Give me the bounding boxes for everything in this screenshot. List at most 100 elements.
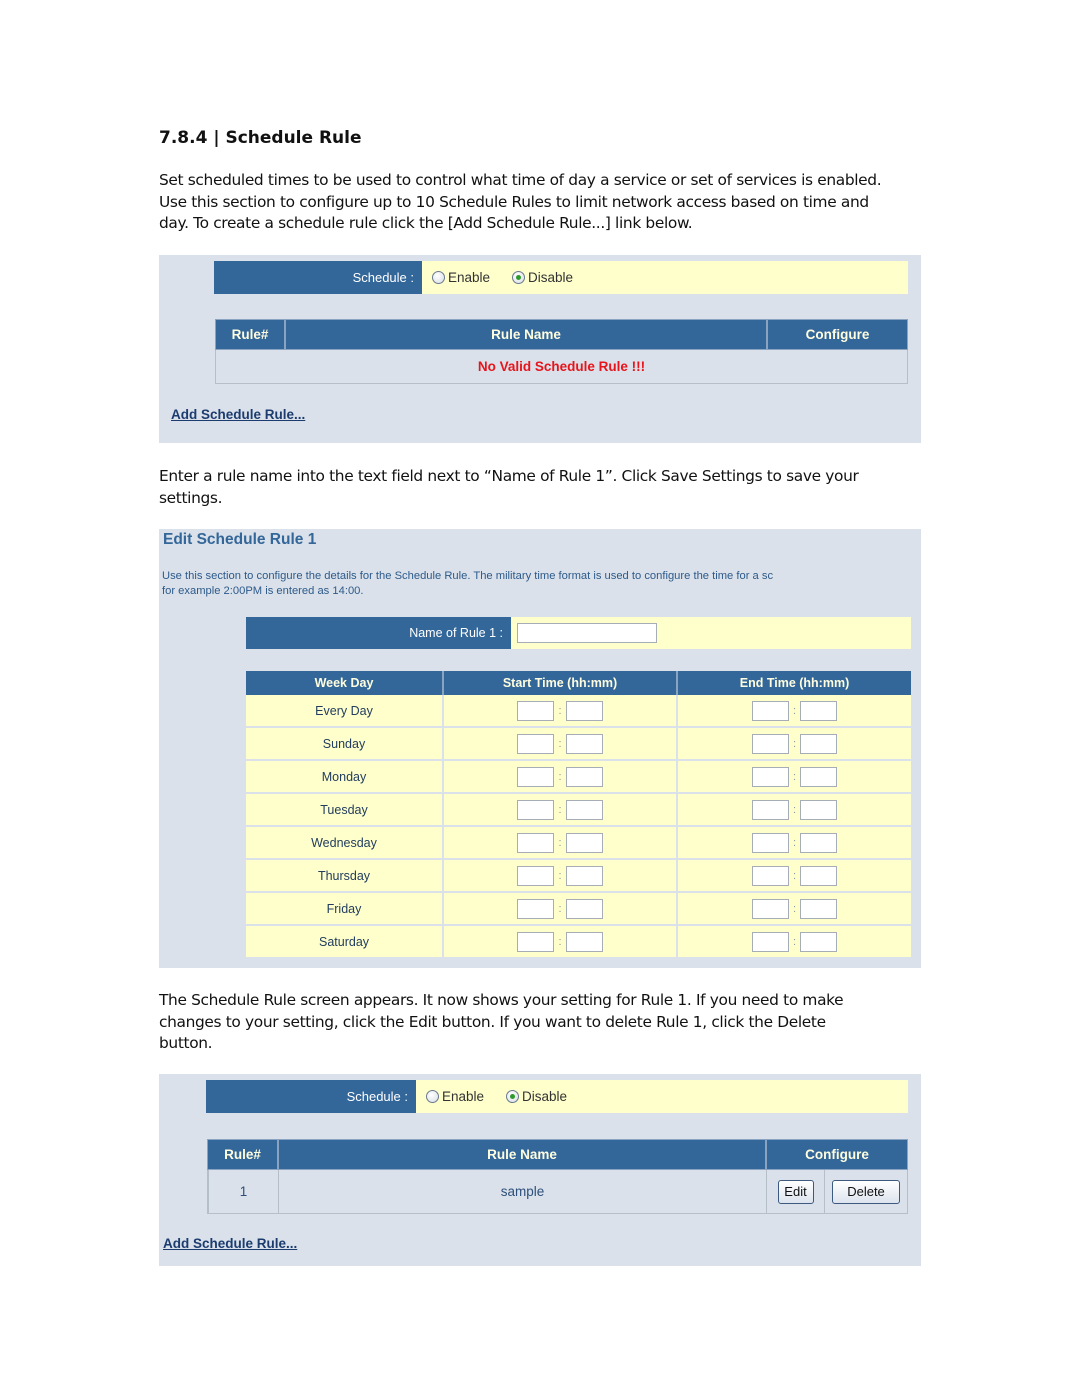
- start-minute-input[interactable]: [565, 832, 603, 853]
- table-row: 1 sample Edit Delete: [207, 1170, 908, 1214]
- start-minute-input[interactable]: [565, 898, 603, 919]
- start-minute-input[interactable]: [565, 799, 603, 820]
- intro-paragraph: Set scheduled times to be used to contro…: [159, 170, 934, 235]
- radio-disable-icon[interactable]: [506, 1090, 520, 1103]
- col-rule-name: Rule Name: [278, 1139, 766, 1170]
- delete-cell: Delete: [825, 1179, 907, 1204]
- edit-schedule-rule-screenshot: Edit Schedule Rule 1 Use this section to…: [159, 529, 921, 968]
- end-hour-input[interactable]: [751, 700, 789, 721]
- end-minute-input[interactable]: [800, 799, 838, 820]
- end-hour-input[interactable]: [751, 865, 789, 886]
- weekday-label: Thursday: [246, 860, 444, 893]
- radio-enable-label: Enable: [442, 1089, 485, 1104]
- time-separator: :: [792, 704, 797, 717]
- rules-table-header: Rule# Rule Name Configure: [215, 319, 908, 350]
- radio-disable-option[interactable]: Disable: [512, 270, 573, 285]
- end-hour-input[interactable]: [751, 766, 789, 787]
- start-hour-input[interactable]: [517, 898, 555, 919]
- schedule-rule-screenshot-empty: Schedule : Enable Disable Rule# Rule Nam…: [159, 255, 921, 443]
- start-time-cell: :: [444, 827, 678, 860]
- end-hour-input[interactable]: [751, 799, 789, 820]
- edit-button[interactable]: Edit: [777, 1179, 814, 1204]
- weekday-label: Every Day: [246, 695, 444, 728]
- col-configure: Configure: [767, 319, 908, 350]
- col-week-day: Week Day: [246, 671, 444, 695]
- add-schedule-rule-link[interactable]: Add Schedule Rule...: [171, 407, 305, 422]
- weekday-table-header: Week Day Start Time (hh:mm) End Time (hh…: [246, 671, 911, 695]
- intro-line: Use this section to configure up to 10 S…: [159, 192, 869, 211]
- delete-button[interactable]: Delete: [832, 1179, 900, 1204]
- rule-name-cell: sample: [279, 1170, 767, 1213]
- end-time-cell: :: [678, 893, 911, 926]
- rules-table: Rule# Rule Name Configure 1 sample Edit …: [207, 1139, 908, 1215]
- weekday-row: Every Day::: [246, 695, 911, 728]
- end-minute-input[interactable]: [800, 766, 838, 787]
- start-hour-input[interactable]: [517, 733, 555, 754]
- end-minute-input[interactable]: [800, 865, 838, 886]
- time-separator: :: [558, 803, 562, 816]
- start-minute-input[interactable]: [565, 766, 603, 787]
- middle-paragraph: Enter a rule name into the text field ne…: [159, 466, 934, 509]
- end-time-cell: :: [678, 794, 911, 827]
- final-paragraph: The Schedule Rule screen appears. It now…: [159, 990, 934, 1055]
- weekday-label: Friday: [246, 893, 444, 926]
- radio-enable-icon[interactable]: [426, 1090, 439, 1103]
- weekday-row: Monday::: [246, 761, 911, 794]
- radio-disable-icon[interactable]: [512, 271, 526, 284]
- time-separator: :: [792, 770, 797, 783]
- col-rule-name: Rule Name: [285, 319, 767, 350]
- radio-enable-option[interactable]: Enable: [426, 1089, 484, 1104]
- description-line: for example 2:00PM is entered as 14:00.: [162, 585, 364, 597]
- no-rules-message: No Valid Schedule Rule !!!: [477, 359, 646, 374]
- end-time-cell: :: [678, 761, 911, 794]
- radio-disable-option[interactable]: Disable: [506, 1089, 567, 1104]
- start-hour-input[interactable]: [517, 832, 555, 853]
- start-hour-input[interactable]: [517, 799, 555, 820]
- add-schedule-rule-link[interactable]: Add Schedule Rule...: [163, 1236, 297, 1251]
- edit-cell: Edit: [767, 1170, 825, 1213]
- edit-rule-title: Edit Schedule Rule 1: [163, 531, 317, 548]
- weekday-row: Saturday::: [246, 926, 911, 959]
- end-hour-input[interactable]: [751, 898, 789, 919]
- end-minute-input[interactable]: [800, 931, 838, 952]
- radio-enable-label: Enable: [448, 270, 491, 285]
- start-minute-input[interactable]: [565, 733, 603, 754]
- weekday-label: Sunday: [246, 728, 444, 761]
- schedule-rule-screenshot-with-rule: Schedule : Enable Disable Rule# Rule Nam…: [159, 1074, 921, 1266]
- final-line: changes to your setting, click the Edit …: [159, 1012, 826, 1031]
- end-minute-input[interactable]: [800, 832, 838, 853]
- col-start-time: Start Time (hh:mm): [444, 671, 678, 695]
- weekday-row: Wednesday::: [246, 827, 911, 860]
- end-hour-input[interactable]: [751, 733, 789, 754]
- end-minute-input[interactable]: [800, 733, 838, 754]
- end-minute-input[interactable]: [800, 700, 838, 721]
- start-hour-input[interactable]: [517, 931, 555, 952]
- start-hour-input[interactable]: [517, 865, 555, 886]
- time-separator: :: [558, 869, 562, 882]
- time-separator: :: [558, 770, 562, 783]
- start-minute-input[interactable]: [565, 700, 603, 721]
- empty-row: No Valid Schedule Rule !!!: [215, 350, 908, 384]
- start-time-cell: :: [444, 794, 678, 827]
- radio-enable-icon[interactable]: [432, 271, 445, 284]
- start-time-cell: :: [444, 926, 678, 959]
- time-separator: :: [792, 803, 797, 816]
- weekday-label: Monday: [246, 761, 444, 794]
- start-minute-input[interactable]: [565, 865, 603, 886]
- start-minute-input[interactable]: [565, 931, 603, 952]
- rule-name-input[interactable]: [517, 623, 657, 643]
- final-line: The Schedule Rule screen appears. It now…: [159, 991, 844, 1009]
- radio-enable-option[interactable]: Enable: [432, 270, 490, 285]
- end-hour-input[interactable]: [751, 832, 789, 853]
- end-minute-input[interactable]: [800, 898, 838, 919]
- start-hour-input[interactable]: [517, 700, 555, 721]
- end-time-cell: :: [678, 926, 911, 959]
- start-hour-input[interactable]: [517, 766, 555, 787]
- weekday-row: Sunday::: [246, 728, 911, 761]
- time-separator: :: [792, 935, 797, 948]
- col-end-time: End Time (hh:mm): [678, 671, 911, 695]
- section-heading: 7.8.4 | Schedule Rule: [159, 128, 362, 148]
- end-time-cell: :: [678, 860, 911, 893]
- start-time-cell: :: [444, 761, 678, 794]
- end-hour-input[interactable]: [751, 931, 789, 952]
